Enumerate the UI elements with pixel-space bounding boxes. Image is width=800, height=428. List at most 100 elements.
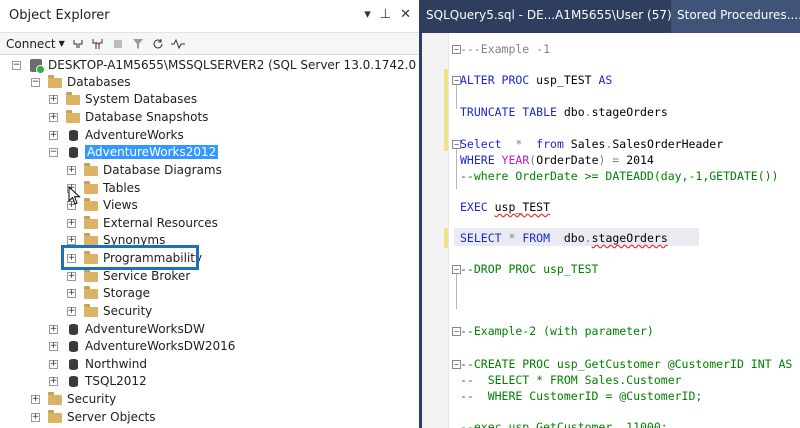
connect-icon[interactable]	[71, 37, 85, 51]
activity-monitor-icon[interactable]	[170, 37, 185, 51]
expand-icon[interactable]: +	[49, 341, 58, 351]
code-token: EXEC	[460, 200, 495, 214]
expand-icon[interactable]: +	[49, 324, 58, 334]
expand-icon[interactable]: +	[67, 271, 76, 281]
tree-node[interactable]: + Database Diagrams	[67, 161, 222, 179]
tree-node[interactable]: + Database Snapshots	[49, 108, 208, 126]
code-token: AS	[598, 73, 613, 87]
close-icon[interactable]: ✕	[400, 7, 411, 22]
tab-sqlquery5[interactable]: SQLQuery5.sql - DE...A1M5655\User (57))	[426, 8, 676, 22]
code-token: dbo	[563, 105, 585, 119]
tree-node[interactable]: − Databases	[31, 73, 131, 91]
fold-guide-line	[456, 85, 457, 109]
code-token: WHERE	[460, 153, 502, 167]
code-line[interactable]: --DROP PROC usp_TEST	[460, 261, 598, 277]
code-token: OrderDate	[536, 153, 599, 167]
folder-icon	[83, 163, 99, 177]
tree-node[interactable]: + AdventureWorksDW2016	[49, 337, 235, 355]
tree-node-label: Views	[103, 198, 138, 212]
code-token: --DROP PROC usp_TEST	[460, 262, 599, 276]
tab-stored-procedures[interactable]: Stored Procedures....A1M	[671, 0, 800, 33]
expand-icon[interactable]: +	[67, 165, 76, 175]
tree-node[interactable]: + System Databases	[49, 90, 197, 108]
expand-icon[interactable]: +	[31, 394, 40, 404]
tree-node-label: DESKTOP-A1M5655\MSSQLSERVER2 (SQL Server…	[48, 58, 419, 72]
code-token: .	[584, 105, 592, 119]
expand-icon[interactable]: +	[49, 359, 58, 369]
refresh-icon[interactable]	[151, 37, 165, 51]
code-line[interactable]: WHERE YEAR(OrderDate) = 2014	[460, 152, 654, 168]
code-line[interactable]: --exec usp_GetCustomer 11000;	[460, 419, 668, 428]
expand-icon[interactable]: +	[67, 288, 76, 298]
code-line[interactable]: --where OrderDate >= DATEADD(day,-1,GETD…	[460, 168, 779, 184]
expand-icon[interactable]: +	[31, 412, 40, 422]
document-tabs: SQLQuery5.sql - DE...A1M5655\User (57)) …	[422, 0, 800, 33]
pin-icon[interactable]: ⊥	[380, 7, 391, 22]
fold-toggle-icon[interactable]: −	[452, 76, 461, 85]
tree-node-label: Northwind	[85, 357, 147, 371]
collapse-icon[interactable]: −	[12, 60, 21, 70]
expand-icon[interactable]: +	[67, 235, 76, 245]
code-token: -- WHERE CustomerID = @CustomerID;	[460, 389, 703, 403]
code-token: ALTER PROC	[460, 73, 537, 87]
collapse-icon[interactable]: −	[49, 147, 58, 157]
tree-node[interactable]: − DESKTOP-A1M5655\MSSQLSERVER2 (SQL Serve…	[12, 56, 419, 74]
window-position-dropdown-icon[interactable]: ▾	[364, 7, 371, 22]
fold-toggle-icon[interactable]: −	[452, 327, 461, 336]
fold-toggle-icon[interactable]: −	[452, 360, 461, 369]
tree-node-label: Server Objects	[67, 410, 156, 424]
tree-node[interactable]: + External Resources	[67, 214, 218, 232]
fold-guide-line	[456, 273, 457, 309]
code-line[interactable]: --CREATE PROC usp_GetCustomer @CustomerI…	[460, 356, 792, 372]
tree-node[interactable]: + Storage	[67, 284, 150, 302]
tree-node[interactable]: + AdventureWorksDW	[49, 320, 205, 338]
programmability-highlight-box	[61, 245, 199, 270]
code-line[interactable]: -- SELECT * FROM Sales.Customer	[460, 372, 682, 388]
tree-node[interactable]: + AdventureWorks	[49, 126, 184, 144]
expand-icon[interactable]: +	[49, 94, 58, 104]
fold-guide-line	[456, 149, 457, 189]
code-line[interactable]: TRUNCATE TABLE dbo.stageOrders	[460, 104, 668, 120]
tree-node-label: AdventureWorks2012	[85, 145, 219, 159]
tree-node[interactable]: + TSQL2012	[49, 372, 147, 390]
filter-icon[interactable]	[131, 37, 145, 51]
code-line[interactable]: ---Example -1	[460, 41, 550, 57]
code-token: FROM	[522, 231, 564, 245]
chevron-down-icon: ▼	[58, 39, 65, 48]
code-token: .	[584, 231, 592, 245]
fold-toggle-icon[interactable]: −	[452, 45, 461, 54]
folder-icon	[83, 269, 99, 283]
tree-node[interactable]: + Security	[31, 390, 116, 408]
code-token: --where OrderDate >= DATEADD(day,-1,GETD…	[460, 169, 779, 183]
tree-node-label: AdventureWorksDW	[85, 322, 205, 336]
code-token: stageOrders	[591, 105, 668, 119]
expand-icon[interactable]: +	[49, 130, 58, 140]
tree-node[interactable]: + Server Objects	[31, 408, 156, 426]
tree-node[interactable]: + Northwind	[49, 355, 147, 373]
tree-node[interactable]: + Security	[67, 302, 152, 320]
expand-icon[interactable]: +	[49, 112, 58, 122]
collapse-icon[interactable]: −	[31, 77, 40, 87]
code-line[interactable]: ALTER PROC usp_TEST AS	[460, 72, 612, 88]
code-line[interactable]: SELECT * FROM dbo.stageOrders	[460, 230, 668, 246]
database-icon	[65, 339, 81, 353]
expand-icon[interactable]: +	[67, 218, 76, 228]
fold-toggle-icon[interactable]: −	[452, 140, 461, 149]
query-editor[interactable]: ---Example -1− ALTER PROC usp_TEST AS − TRU…	[422, 33, 800, 428]
code-line[interactable]: -- WHERE CustomerID = @CustomerID;	[460, 388, 702, 404]
folder-icon	[83, 286, 99, 300]
code-line[interactable]: EXEC usp_TEST	[460, 199, 550, 215]
server-icon	[28, 58, 45, 74]
code-token: 2014	[626, 153, 654, 167]
code-line[interactable]: --Example-2 (with parameter)	[460, 323, 654, 339]
connect-button[interactable]: Connect ▼	[6, 37, 65, 51]
code-token: *	[515, 137, 530, 151]
code-line[interactable]: Select * from Sales.SalesOrderHeader	[460, 136, 723, 152]
expand-icon[interactable]: +	[67, 306, 76, 316]
stop-icon[interactable]	[111, 37, 125, 51]
change-marker	[444, 228, 448, 248]
tree-node[interactable]: − AdventureWorks2012	[49, 143, 219, 161]
expand-icon[interactable]: +	[49, 376, 58, 386]
disconnect-icon[interactable]	[91, 37, 105, 51]
database-icon	[65, 374, 81, 388]
